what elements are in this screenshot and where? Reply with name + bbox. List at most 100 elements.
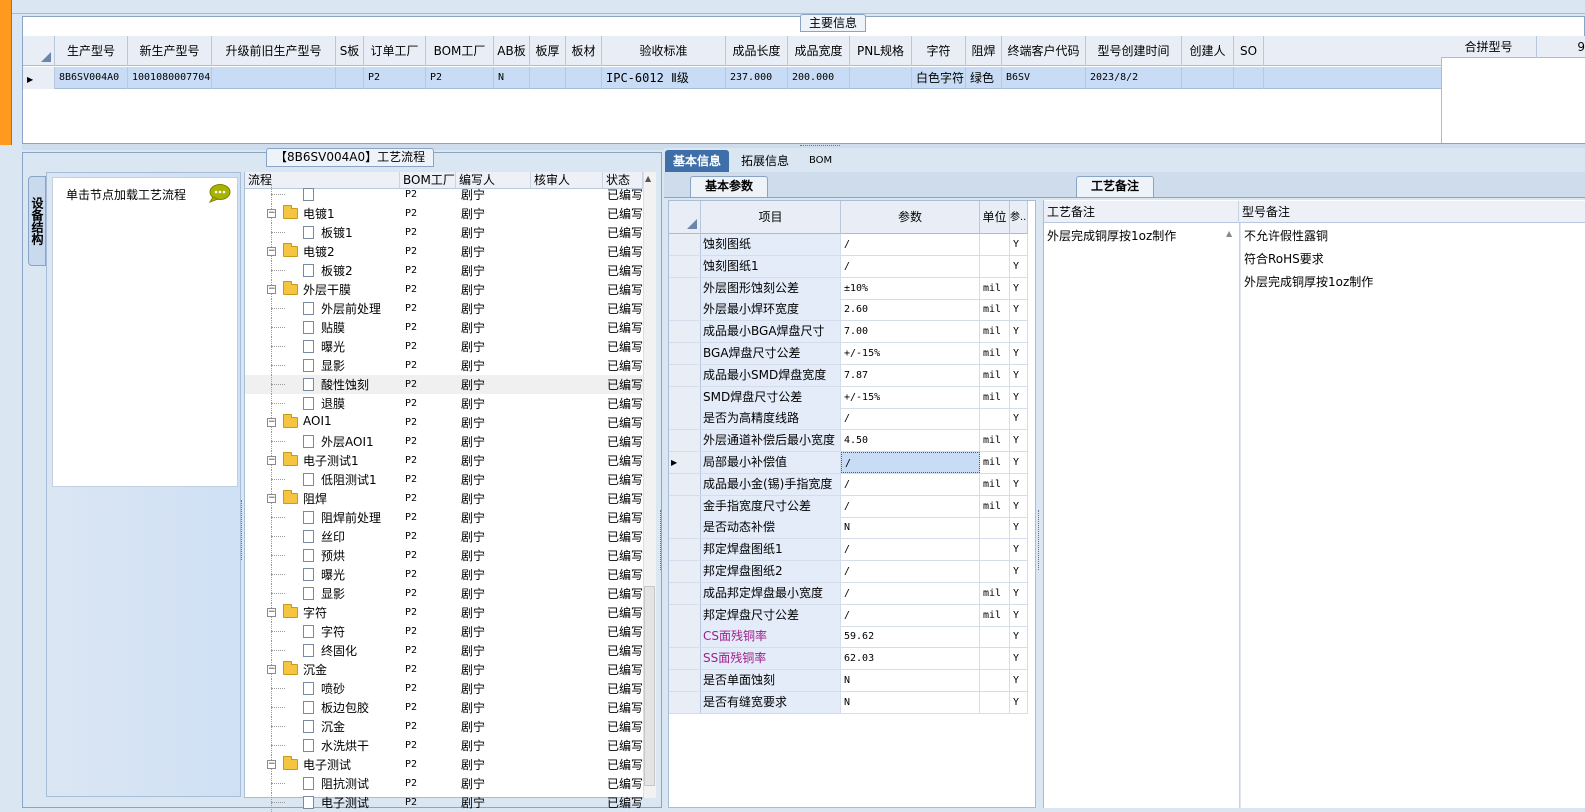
param-row-indicator[interactable] bbox=[669, 255, 701, 277]
param-row-indicator[interactable] bbox=[669, 691, 701, 713]
param-row-indicator[interactable] bbox=[669, 495, 701, 517]
collapse-icon[interactable]: − bbox=[267, 494, 276, 503]
param-row[interactable]: SMD焊盘尺寸公差 +/-15% mil Y bbox=[669, 386, 1028, 409]
remark-col-model[interactable]: 型号备注 bbox=[1239, 201, 1585, 223]
merge-model-column[interactable]: 合拼型号 bbox=[1441, 36, 1537, 58]
main-col-8[interactable]: 板材 bbox=[566, 36, 602, 66]
param-value[interactable]: 7.00 bbox=[841, 321, 980, 343]
tree-row[interactable]: 字符 P2 剧宁 已编写 bbox=[245, 622, 643, 641]
tree-row[interactable]: P2 剧宁 已编写 bbox=[245, 185, 643, 204]
param-value[interactable]: 62.03 bbox=[841, 648, 980, 670]
tree-row[interactable]: 板镀1 P2 剧宁 已编写 bbox=[245, 223, 643, 242]
middle-splitter-grip-icon[interactable] bbox=[660, 510, 663, 570]
tree-row[interactable]: − 沉金 P2 剧宁 已编写 bbox=[245, 660, 643, 679]
param-value[interactable]: ±10% bbox=[841, 277, 980, 299]
param-value[interactable]: +/-15% bbox=[841, 386, 980, 408]
param-row[interactable]: 蚀刻图纸1/ Y bbox=[669, 255, 1028, 278]
main-cell-9[interactable]: IPC-6012 Ⅱ级 bbox=[602, 67, 726, 89]
tree-row[interactable]: 终固化 P2 剧宁 已编写 bbox=[245, 641, 643, 660]
main-cell-10[interactable]: 237.000 bbox=[726, 67, 788, 89]
collapse-icon[interactable]: − bbox=[267, 285, 276, 294]
main-col-12[interactable]: PNL规格 bbox=[850, 36, 912, 66]
param-col-unit[interactable]: 单位 bbox=[980, 201, 1010, 234]
tree-row[interactable]: 电子测试 P2 剧宁 已编写 bbox=[245, 793, 643, 812]
tab-bom[interactable]: BOM bbox=[801, 150, 840, 172]
param-value[interactable]: N bbox=[841, 517, 980, 539]
param-row-indicator[interactable] bbox=[669, 670, 701, 691]
tree-row[interactable]: 预烘 P2 剧宁 已编写 bbox=[245, 546, 643, 565]
tree-row[interactable]: 阻焊前处理 P2 剧宁 已编写 bbox=[245, 508, 643, 527]
param-value[interactable]: +/-15% bbox=[841, 343, 980, 364]
param-col-ref[interactable]: 参... bbox=[1010, 201, 1028, 234]
tree-row[interactable]: − 阻焊 P2 剧宁 已编写 bbox=[245, 489, 643, 508]
param-value[interactable]: 4.50 bbox=[841, 430, 980, 452]
tree-row[interactable]: 丝印 P2 剧宁 已编写 bbox=[245, 527, 643, 546]
param-row[interactable]: 是否为高精度线路 / Y bbox=[669, 408, 1028, 431]
right-splitter-grip-icon[interactable] bbox=[1038, 510, 1041, 570]
tree-row[interactable]: − 外层干膜 P2 剧宁 已编写 bbox=[245, 280, 643, 299]
tree-row[interactable]: − 电镀2 P2 剧宁 已编写 bbox=[245, 242, 643, 261]
param-row-indicator[interactable] bbox=[669, 648, 701, 670]
tree-row[interactable]: 贴膜 P2 剧宁 已编写 bbox=[245, 318, 643, 337]
main-col-7[interactable]: 板厚 bbox=[530, 36, 566, 66]
param-value[interactable]: / bbox=[841, 561, 980, 582]
param-row-indicator[interactable] bbox=[669, 473, 701, 495]
param-value[interactable]: N bbox=[841, 691, 980, 713]
tree-row[interactable]: 低阻测试1 P2 剧宁 已编写 bbox=[245, 470, 643, 489]
scroll-up-icon[interactable]: ▲ bbox=[645, 174, 651, 183]
main-cell-17[interactable] bbox=[1182, 67, 1234, 89]
main-col-5[interactable]: BOM工厂 bbox=[426, 36, 494, 66]
tree-row[interactable]: − 电子测试1 P2 剧宁 已编写 bbox=[245, 451, 643, 470]
main-cell-7[interactable] bbox=[530, 67, 566, 89]
param-value[interactable]: 2.60 bbox=[841, 299, 980, 321]
param-row-indicator[interactable] bbox=[669, 604, 701, 626]
main-col-15[interactable]: 终端客户代码 bbox=[1002, 36, 1086, 66]
tree-row[interactable]: 外层前处理 P2 剧宁 已编写 bbox=[245, 299, 643, 318]
main-col-0[interactable]: 生产型号 bbox=[55, 36, 128, 66]
collapse-icon[interactable]: − bbox=[267, 608, 276, 617]
collapse-icon[interactable]: − bbox=[267, 760, 276, 769]
param-row[interactable]: 蚀刻图纸 / Y bbox=[669, 234, 1028, 256]
param-row[interactable]: 是否有缝宽要求 N Y bbox=[669, 691, 1028, 714]
param-row[interactable]: 金手指宽度尺寸公差 / mil Y bbox=[669, 495, 1028, 518]
equipment-structure-tab[interactable]: 设备结构 bbox=[28, 176, 46, 266]
tree-row[interactable]: 外层AOI1 P2 剧宁 已编写 bbox=[245, 432, 643, 451]
param-row-indicator[interactable] bbox=[669, 430, 701, 452]
param-row[interactable]: BGA焊盘尺寸公差 +/-15% mil Y bbox=[669, 343, 1028, 365]
main-col-17[interactable]: 创建人 bbox=[1182, 36, 1234, 66]
param-row[interactable]: ▶ 局部最小补偿值 / mil Y bbox=[669, 452, 1028, 474]
main-cell-15[interactable]: B6SV bbox=[1002, 67, 1086, 89]
tree-scroll-thumb[interactable] bbox=[644, 586, 655, 786]
main-info-tab[interactable]: 主要信息 bbox=[800, 14, 867, 32]
main-cell-12[interactable] bbox=[850, 67, 912, 89]
tab-extended-info[interactable]: 拓展信息 bbox=[733, 150, 797, 172]
param-row[interactable]: 成品最小BGA焊盘尺寸 7.00 mil Y bbox=[669, 321, 1028, 344]
tree-row[interactable]: 酸性蚀刻 P2 剧宁 已编写 bbox=[245, 375, 643, 394]
param-row-indicator[interactable] bbox=[669, 234, 701, 255]
param-row[interactable]: CS面残铜率 59.62 Y bbox=[669, 626, 1028, 649]
main-col-14[interactable]: 阻焊 bbox=[966, 36, 1002, 66]
main-col-2[interactable]: 升级前旧生产型号 bbox=[212, 36, 336, 66]
tree-row[interactable]: 阻抗测试 P2 剧宁 已编写 bbox=[245, 774, 643, 793]
remark-col-process[interactable]: 工艺备注 bbox=[1044, 201, 1239, 223]
tree-row[interactable]: − 电子测试 P2 剧宁 已编写 bbox=[245, 755, 643, 774]
param-row[interactable]: 邦定焊盘图纸1/ Y bbox=[669, 539, 1028, 562]
tree-row[interactable]: 沉金 P2 剧宁 已编写 bbox=[245, 717, 643, 736]
param-row[interactable]: 成品最小金(锡)手指宽度 / mil Y bbox=[669, 473, 1028, 496]
param-value[interactable]: N bbox=[841, 670, 980, 691]
param-row[interactable]: 是否单面蚀刻 N Y bbox=[669, 670, 1028, 692]
param-row-indicator[interactable] bbox=[669, 343, 701, 364]
main-cell-1[interactable]: 10010800077048 bbox=[128, 67, 212, 89]
tree-row[interactable]: 喷砂 P2 剧宁 已编写 bbox=[245, 679, 643, 698]
param-row[interactable]: 成品最小SMD焊盘宽度 7.87 mil Y bbox=[669, 364, 1028, 387]
param-row[interactable]: 成品邦定焊盘最小宽度 / mil Y bbox=[669, 582, 1028, 605]
collapse-icon[interactable]: − bbox=[267, 456, 276, 465]
tree-row[interactable]: 水洗烘干 P2 剧宁 已编写 bbox=[245, 736, 643, 755]
param-value[interactable]: / bbox=[841, 582, 980, 604]
main-cell-0[interactable]: 8B6SV004A0 bbox=[55, 67, 128, 89]
param-row[interactable]: 外层最小焊环宽度 2.60 mil Y bbox=[669, 299, 1028, 322]
tree-row[interactable]: 曝光 P2 剧宁 已编写 bbox=[245, 565, 643, 584]
tree-row[interactable]: − AOI1 P2 剧宁 已编写 bbox=[245, 413, 643, 432]
main-cell-16[interactable]: 2023/8/2 bbox=[1086, 67, 1182, 89]
param-row-indicator[interactable] bbox=[669, 277, 701, 299]
